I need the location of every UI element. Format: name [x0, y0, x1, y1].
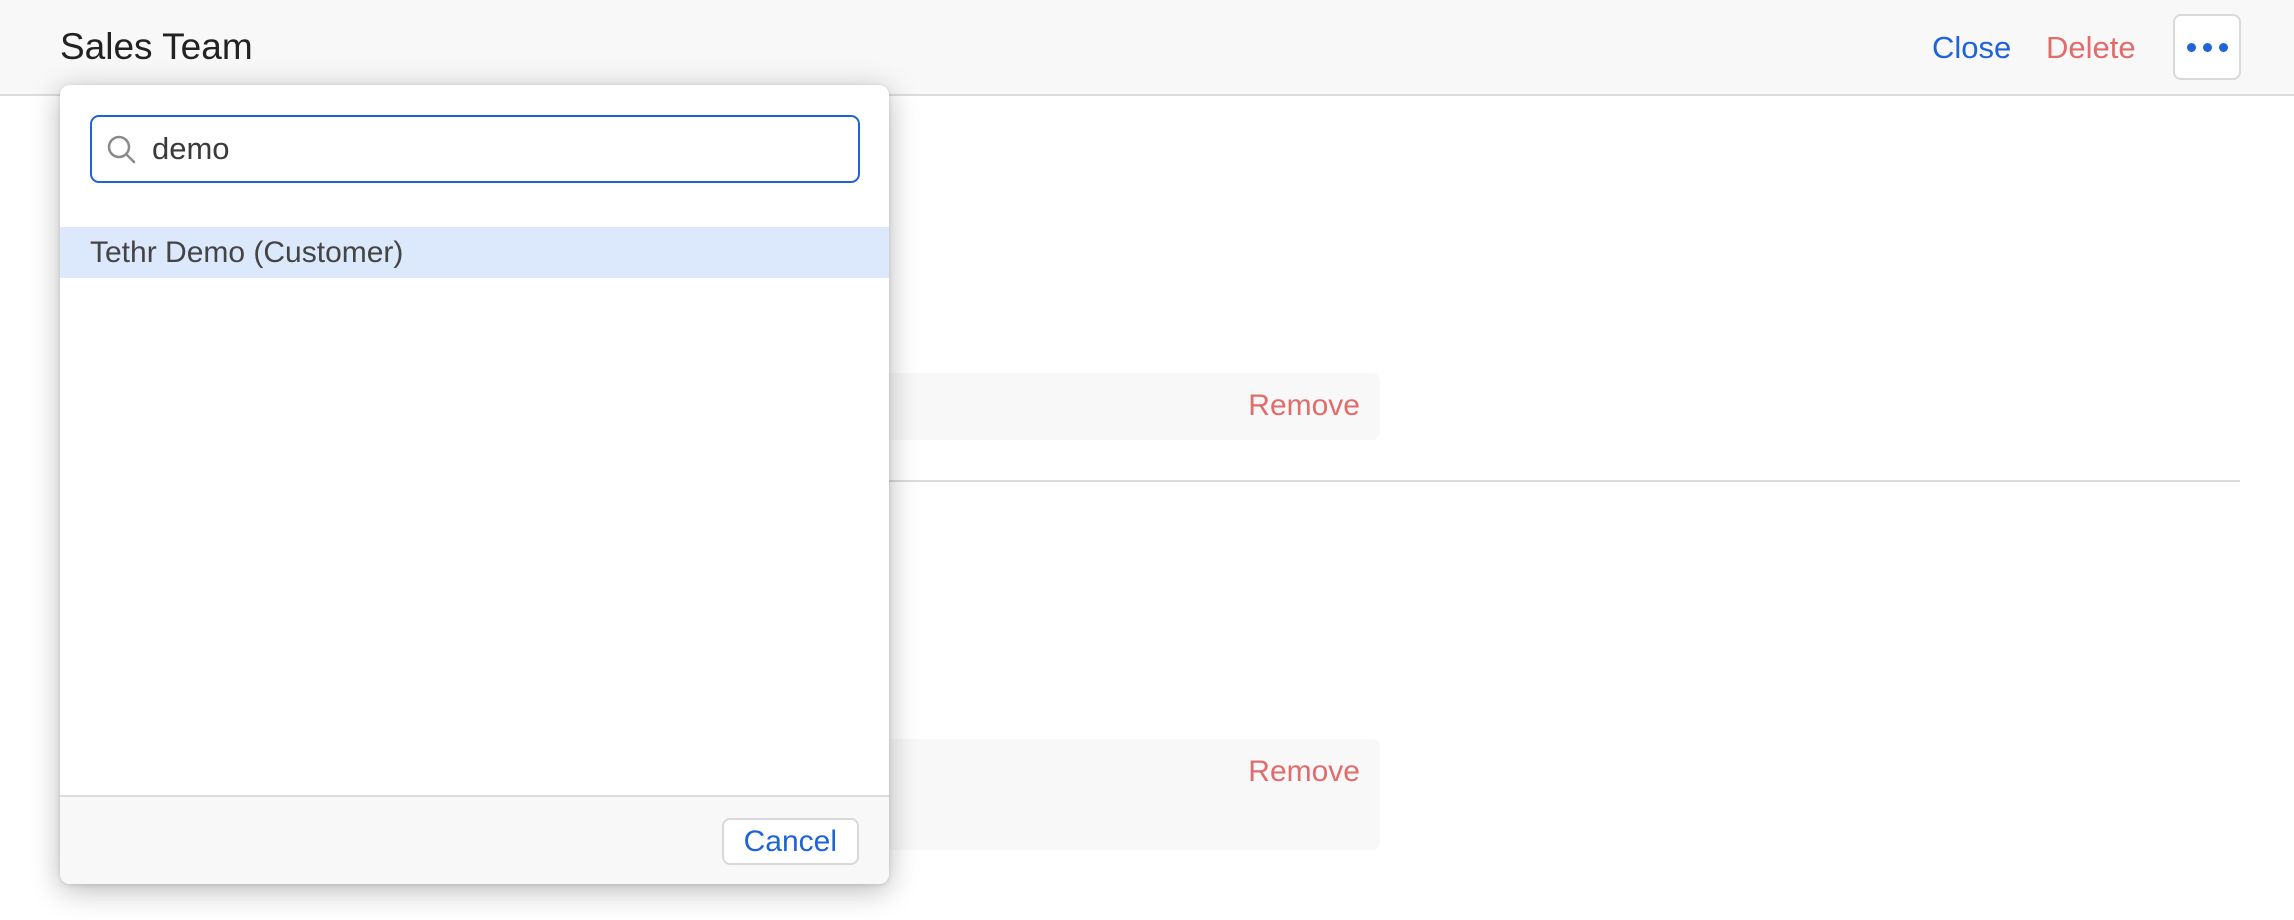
- remove-button[interactable]: Remove: [1248, 386, 1360, 426]
- search-result-item[interactable]: Tethr Demo (Customer): [60, 227, 889, 278]
- more-horizontal-icon: [2186, 42, 2228, 52]
- search-field[interactable]: [90, 115, 860, 183]
- page-title: Sales Team: [60, 26, 253, 67]
- cancel-button[interactable]: Cancel: [721, 818, 859, 865]
- search-input[interactable]: [152, 125, 842, 173]
- page-header: Sales Team Close Delete: [0, 0, 2294, 96]
- delete-button[interactable]: Delete: [2046, 28, 2136, 68]
- search-popover: Tethr Demo (Customer) Cancel: [60, 85, 889, 884]
- search-icon: [106, 134, 138, 166]
- close-button[interactable]: Close: [1932, 28, 2011, 68]
- remove-button[interactable]: Remove: [1248, 752, 1360, 792]
- more-options-button[interactable]: [2173, 14, 2241, 80]
- popover-footer: Cancel: [60, 795, 889, 884]
